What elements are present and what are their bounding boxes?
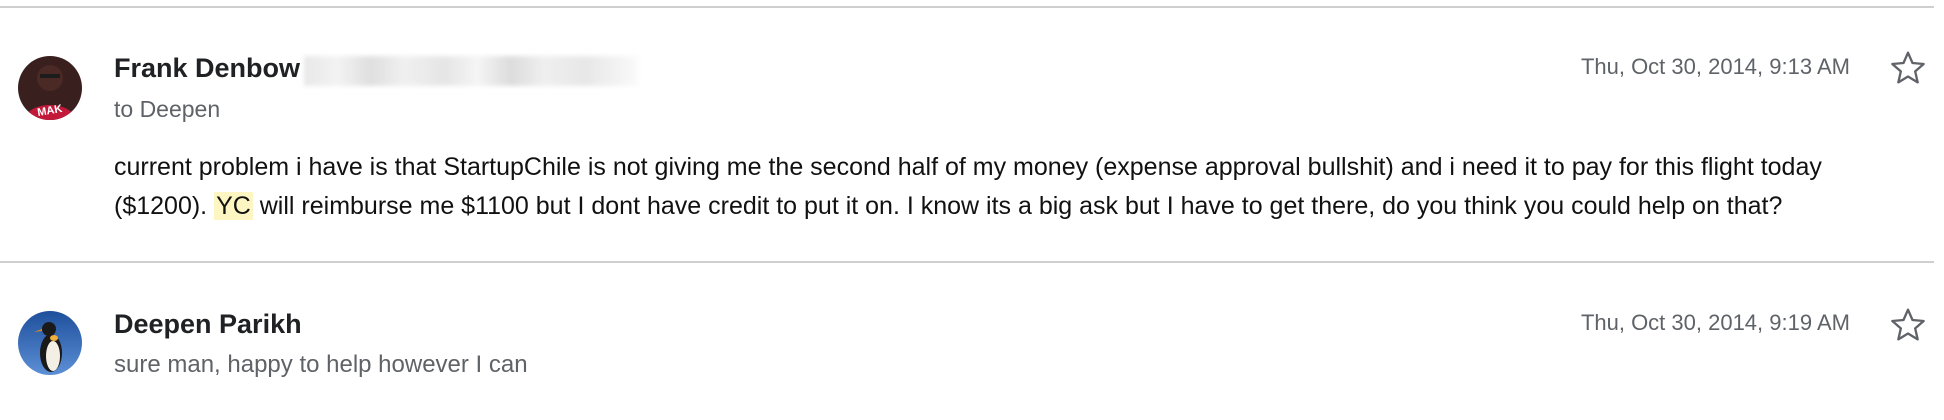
redacted-email-address [304, 56, 638, 86]
penguin-avatar[interactable] [18, 311, 82, 375]
sender-avatar[interactable]: MAK [18, 56, 82, 120]
sender-name[interactable]: Frank Denbow [114, 53, 300, 84]
recipient-line[interactable]: to Deepen [114, 96, 220, 123]
message-timestamp: Thu, Oct 30, 2014, 9:13 AM [1580, 54, 1850, 79]
star-icon[interactable] [1888, 305, 1928, 345]
message-divider [0, 261, 1934, 263]
sender-name[interactable]: Deepen Parikh [114, 309, 302, 340]
message-timestamp: Thu, Oct 30, 2014, 9:19 AM [1580, 310, 1850, 335]
message-body-part2: will reimburse me $1100 but I dont have … [252, 192, 1783, 220]
message-snippet: sure man, happy to help however I can [114, 351, 528, 378]
top-divider [0, 6, 1934, 8]
star-icon[interactable] [1888, 48, 1928, 88]
message-body: current problem i have is that StartupCh… [114, 148, 1904, 226]
highlighted-term: YC [214, 192, 253, 220]
